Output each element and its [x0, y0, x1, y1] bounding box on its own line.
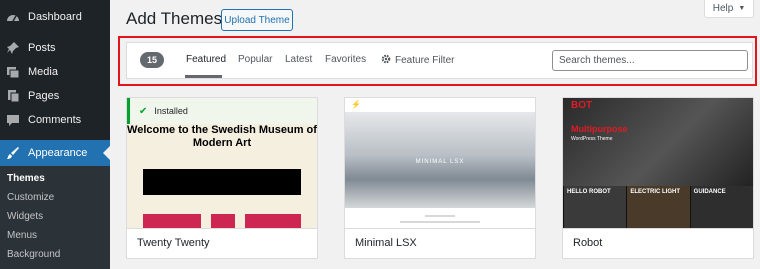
menu-label: Appearance	[28, 147, 88, 159]
menu-item-appearance[interactable]: Appearance	[0, 140, 110, 166]
comment-icon	[5, 112, 21, 128]
theme-screenshot: BOT Multipurpose WordPress Theme HELLO R…	[563, 98, 753, 228]
menu-label: Comments	[28, 114, 82, 126]
preview-tile: ELECTRIC LIGHT	[626, 186, 690, 228]
media-icon	[5, 64, 21, 80]
theme-card-minimal-lsx[interactable]: ⚡ MINIMAL LSX Minimal LSX	[344, 97, 536, 259]
theme-name: Robot	[573, 237, 603, 249]
theme-card-robot[interactable]: BOT Multipurpose WordPress Theme HELLO R…	[562, 97, 754, 259]
pin-icon	[5, 40, 21, 56]
preview-hero: BOT Multipurpose WordPress Theme	[563, 98, 753, 186]
brush-icon	[5, 145, 21, 161]
theme-card-twenty-twenty[interactable]: Welcome to the Swedish Museum of Modern …	[126, 97, 318, 259]
appearance-submenu: Themes Customize Widgets Menus Backgroun…	[0, 166, 110, 269]
menu-item-posts[interactable]: Posts	[0, 36, 110, 60]
pages-icon	[5, 88, 21, 104]
preview-logo-icon: ⚡	[351, 100, 361, 109]
menu-item-media[interactable]: Media	[0, 60, 110, 84]
menu-item-dashboard[interactable]: Dashboard	[0, 5, 110, 29]
menu-label: Posts	[28, 42, 56, 54]
theme-name: Twenty Twenty	[137, 237, 210, 249]
menu-label: Pages	[28, 90, 60, 102]
preview-tile: HELLO ROBOT	[563, 186, 627, 228]
dashboard-icon	[5, 9, 21, 25]
preview-title: Welcome to the Swedish Museum of Modern …	[127, 124, 317, 149]
page-title: Add Themes	[126, 9, 223, 28]
admin-sidebar: Dashboard Posts Media Pages Comments App…	[0, 0, 110, 269]
submenu-themes[interactable]: Themes	[7, 173, 45, 184]
preview-title: MINIMAL LSX	[415, 159, 465, 165]
installed-label: Installed	[154, 106, 188, 116]
preview-tiles: HELLO ROBOT ELECTRIC LIGHT GUIDANCE	[563, 186, 753, 228]
theme-screenshot: ⚡ MINIMAL LSX	[345, 98, 535, 228]
preview-block	[143, 214, 201, 228]
submenu-background[interactable]: Background	[7, 249, 60, 260]
theme-name: Minimal LSX	[355, 237, 417, 249]
preview-strip	[143, 169, 301, 195]
preview-heading: Multipurpose	[571, 124, 628, 134]
menu-label: Dashboard	[28, 11, 82, 23]
preview-logo: BOT	[571, 100, 593, 111]
submenu-menus[interactable]: Menus	[7, 230, 37, 241]
submenu-widgets[interactable]: Widgets	[7, 211, 43, 222]
menu-item-comments[interactable]: Comments	[0, 108, 110, 132]
upload-theme-button[interactable]: Upload Theme	[221, 9, 293, 31]
preview-header: ⚡	[345, 98, 535, 112]
menu-label: Media	[28, 66, 58, 78]
caret-down-icon: ▼	[738, 5, 746, 12]
submenu-customize[interactable]: Customize	[7, 192, 54, 203]
preview-subheading: WordPress Theme	[571, 136, 613, 142]
preview-text-line	[425, 215, 455, 217]
annotation-highlight-box	[118, 36, 757, 86]
help-label: Help	[712, 3, 734, 14]
preview-block	[211, 214, 235, 228]
preview-hero: MINIMAL LSX	[345, 112, 535, 208]
installed-notice: ✔ Installed	[127, 98, 317, 124]
preview-text-line	[400, 221, 480, 223]
preview-tile: GUIDANCE	[689, 186, 753, 228]
checkmark-icon: ✔	[139, 105, 148, 117]
help-button[interactable]: Help ▼	[704, 0, 754, 18]
preview-block	[245, 214, 301, 228]
menu-item-pages[interactable]: Pages	[0, 84, 110, 108]
